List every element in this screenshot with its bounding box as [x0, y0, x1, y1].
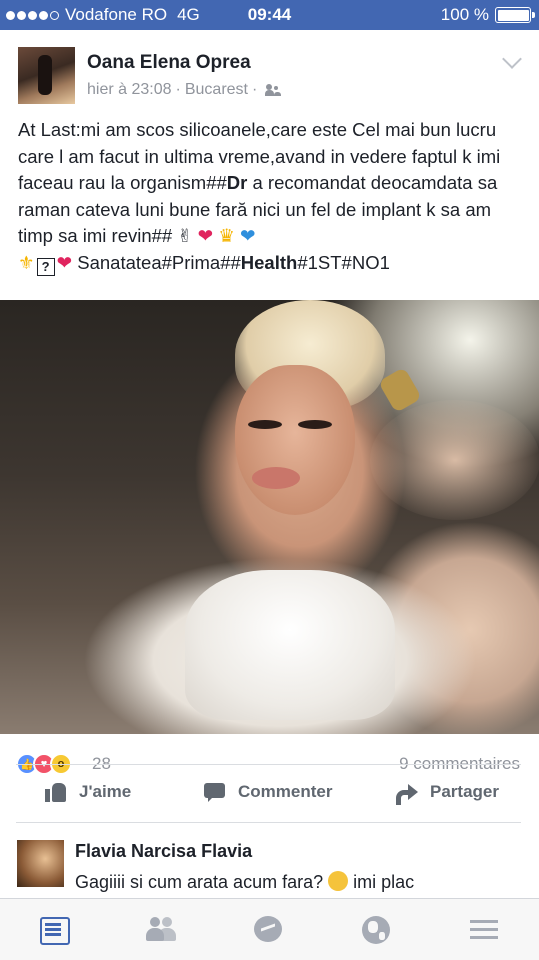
comment-text-after: imi plac: [353, 872, 415, 892]
photo-eye-right: [298, 420, 332, 429]
like-label: J'aime: [79, 782, 132, 801]
author-avatar[interactable]: [18, 47, 75, 104]
crown-icon: ♛: [218, 225, 235, 246]
status-bar: Vodafone RO 4G 09:44 100 %: [0, 0, 539, 30]
thinking-face-icon: [328, 871, 349, 891]
share-arrow-icon: [396, 782, 418, 805]
comment-item: Flavia Narcisa Flavia Gagiiii si cum ara…: [0, 830, 539, 898]
photo-bandage: [185, 570, 395, 720]
menu-icon[interactable]: [470, 915, 500, 945]
comment-text: Gagiiii si cum arata acum fara? imi plac: [75, 871, 414, 893]
news-feed-icon[interactable]: [40, 915, 70, 945]
like-button[interactable]: J'aime: [45, 782, 131, 802]
comment-label: Commenter: [238, 782, 333, 801]
post-card: Oana Elena Oprea hier à 23:08 · Bucarest…: [0, 30, 539, 898]
notifications-globe-icon[interactable]: [362, 915, 392, 945]
bottom-nav: [0, 898, 539, 960]
post-location[interactable]: Bucarest: [185, 81, 248, 99]
unknown-glyph-icon: ?: [36, 257, 55, 276]
friend-requests-icon[interactable]: [146, 915, 176, 945]
post-text-hashtags-start: Sanatatea#Prima##: [72, 251, 241, 273]
trident-icon: ⚜: [18, 251, 35, 273]
friends-audience-icon: [265, 84, 283, 96]
commenter-name[interactable]: Flavia Narcisa Flavia: [75, 841, 252, 862]
photo-arm: [370, 400, 539, 520]
photo-face: [235, 365, 355, 515]
action-bar: J'aime Commenter Partager: [0, 764, 539, 820]
red-heart-icon: ❤: [197, 225, 214, 246]
battery-icon: [495, 7, 535, 23]
comment-button[interactable]: Commenter: [204, 782, 332, 802]
post-header: Oana Elena Oprea hier à 23:08 · Bucarest…: [0, 30, 539, 116]
blue-heart-icon: ❤: [239, 225, 256, 246]
victory-hand-icon: ✌: [177, 226, 193, 246]
divider-2: [16, 822, 521, 823]
post-text-hashtags-end: #1ST#NO1: [297, 251, 390, 273]
share-button[interactable]: Partager: [396, 782, 499, 805]
thumbs-up-icon: [45, 782, 67, 802]
author-name[interactable]: Oana Elena Oprea: [87, 52, 251, 74]
battery-percent: 100 %: [440, 5, 489, 24]
status-right: 100 %: [440, 5, 535, 25]
share-label: Partager: [430, 782, 499, 801]
facebook-app: Vodafone RO 4G 09:44 100 % Oana Elena Op…: [0, 0, 539, 960]
meta-separator: ·: [175, 81, 181, 98]
comment-icon: [204, 782, 226, 802]
messenger-icon[interactable]: [254, 915, 284, 945]
photo-eye-left: [248, 420, 282, 429]
meta-separator-2: ·: [251, 81, 258, 98]
post-photo[interactable]: [0, 300, 539, 734]
post-options-chevron-icon[interactable]: [502, 49, 522, 69]
red-heart-icon-2: ❤: [56, 251, 73, 273]
commenter-avatar[interactable]: [17, 840, 64, 887]
post-meta: hier à 23:08 · Bucarest ·: [87, 81, 283, 99]
post-text-bold-health: Health: [240, 251, 298, 273]
post-text: At Last:mi am scos silicoanele,care este…: [18, 117, 530, 276]
comment-text-before: Gagiiii si cum arata acum fara?: [75, 872, 329, 892]
post-time[interactable]: hier à 23:08: [87, 81, 172, 99]
photo-lips: [252, 467, 300, 489]
post-text-bold-dr: Dr: [226, 172, 248, 193]
